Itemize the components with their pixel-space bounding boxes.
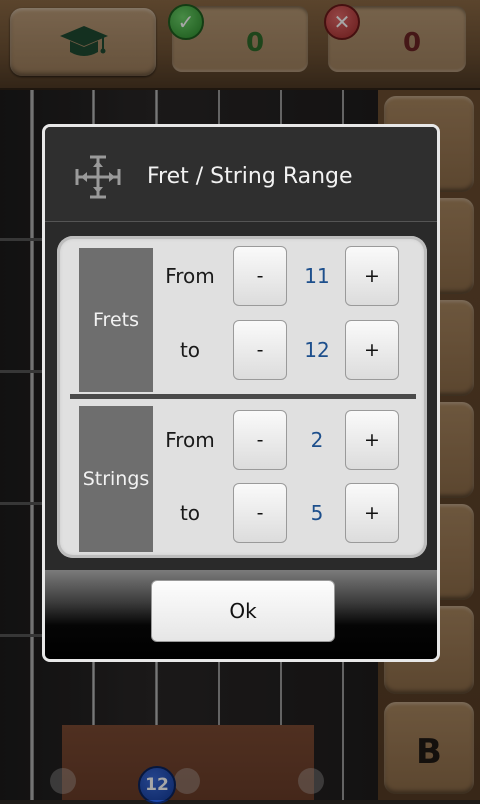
frets-section-label: Frets [79,248,153,392]
frets-from-increment-button[interactable]: + [345,246,399,306]
dialog-header: Fret / String Range [45,127,437,222]
strings-to-decrement-button[interactable]: - [233,483,287,543]
strings-from-decrement-button[interactable]: - [233,410,287,470]
frets-from-value: 11 [304,264,330,288]
range-panel: Frets From - 11 + to - 12 + Strings From… [57,236,427,558]
dialog-body: Frets From - 11 + to - 12 + Strings From… [45,222,437,570]
frets-to-value: 12 [304,338,330,362]
strings-from-label: From [165,428,215,452]
strings-to-value: 5 [310,501,324,525]
dialog-footer: Ok [45,570,437,659]
frets-from-label: From [165,264,215,288]
frets-to-increment-button[interactable]: + [345,320,399,380]
ok-button[interactable]: Ok [151,580,335,642]
frets-from-decrement-button[interactable]: - [233,246,287,306]
fret-string-range-dialog: Fret / String Range Frets From - 11 + to… [42,124,440,662]
strings-section-label: Strings [79,406,153,552]
strings-from-increment-button[interactable]: + [345,410,399,470]
move-arrows-icon [75,155,121,199]
dialog-title: Fret / String Range [147,164,353,189]
strings-to-label: to [179,501,201,525]
frets-to-decrement-button[interactable]: - [233,320,287,380]
frets-to-label: to [179,338,201,362]
strings-to-increment-button[interactable]: + [345,483,399,543]
strings-from-value: 2 [310,428,324,452]
section-divider [70,394,416,399]
